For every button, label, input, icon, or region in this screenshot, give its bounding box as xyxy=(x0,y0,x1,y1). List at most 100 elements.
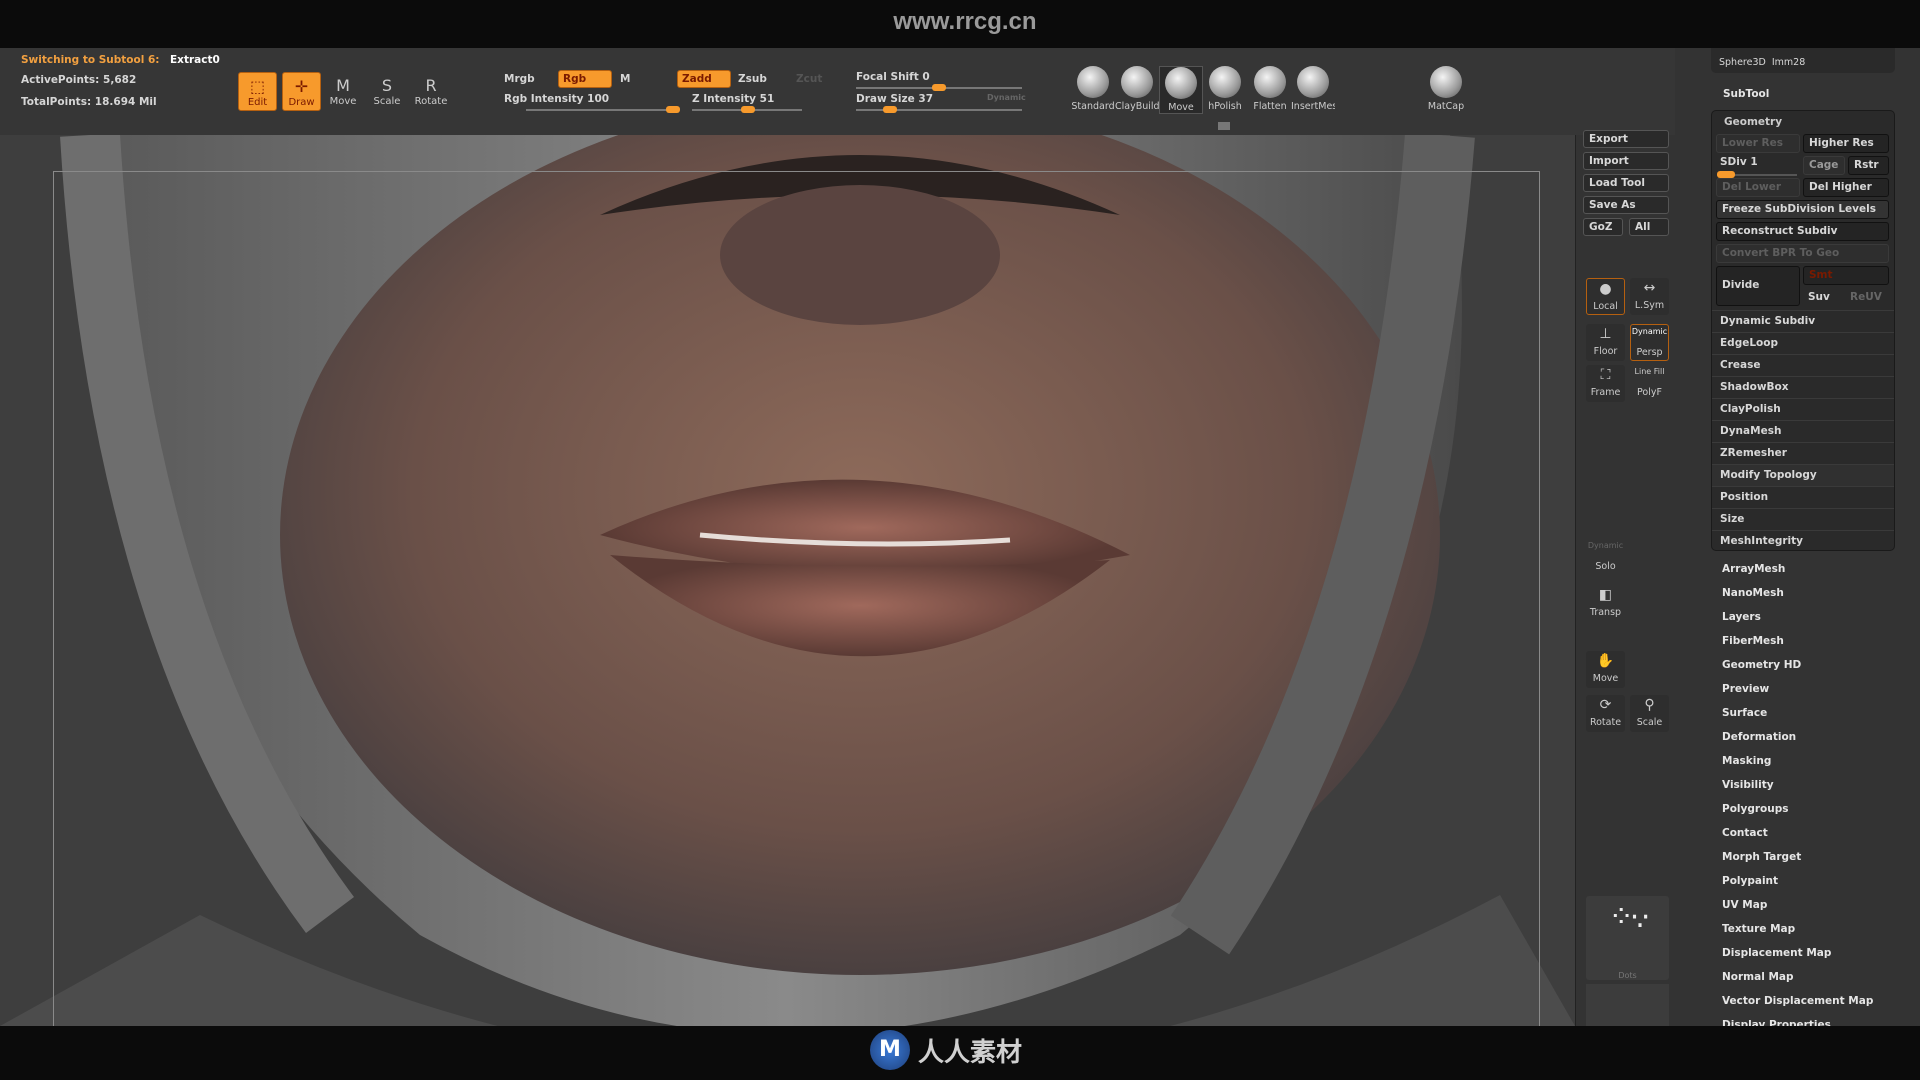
brush-stroke-dots[interactable]: ⁘·.· Dots xyxy=(1586,896,1669,980)
matcap-label: MatCap xyxy=(1427,101,1465,112)
brush-label: hPolish xyxy=(1208,101,1242,112)
slider-knob[interactable] xyxy=(741,106,756,113)
tool-menu-texture-map[interactable]: Texture Map xyxy=(1722,923,1795,935)
brush-icon xyxy=(1209,66,1241,98)
draw-icon: ✛ xyxy=(294,77,309,96)
draw-button[interactable]: ✛ Draw xyxy=(282,72,321,111)
local-label: Local xyxy=(1593,301,1618,312)
rotate-view-button[interactable]: ⟳ Rotate xyxy=(1586,695,1625,732)
tool-menu-nanomesh[interactable]: NanoMesh xyxy=(1722,587,1784,599)
tool-menu-layers[interactable]: Layers xyxy=(1722,611,1761,623)
tool-menu-uv-map[interactable]: UV Map xyxy=(1722,899,1767,911)
move-mode-button[interactable]: M Move xyxy=(323,72,363,111)
matcap-button[interactable]: MatCap xyxy=(1424,66,1468,112)
edit-label: Edit xyxy=(247,97,268,108)
import-button[interactable]: Import xyxy=(1583,152,1669,170)
tool-menu-visibility[interactable]: Visibility xyxy=(1722,779,1774,791)
tool-menu-normal-map[interactable]: Normal Map xyxy=(1722,971,1794,983)
brush-icon xyxy=(1254,66,1286,98)
brush-insertmesh[interactable]: InsertMesh xyxy=(1291,66,1335,112)
tool-menu-display-properties[interactable]: Display Properties xyxy=(1722,1019,1831,1026)
scale-mode-button[interactable]: S Scale xyxy=(367,72,407,111)
frame-icon: ⛶ xyxy=(1600,367,1611,383)
brush-standard[interactable]: Standard xyxy=(1071,66,1115,112)
scale-view-label: Scale xyxy=(1636,717,1663,728)
slider-knob[interactable] xyxy=(666,106,680,113)
move-view-label: Move xyxy=(1592,673,1619,684)
viewport-canvas[interactable] xyxy=(0,135,1575,1026)
rgb-intensity-label: Rgb Intensity 100 xyxy=(504,93,610,105)
local-button[interactable]: ● Local xyxy=(1586,278,1625,315)
tool-menu-displacement-map[interactable]: Displacement Map xyxy=(1722,947,1831,959)
brush-icon xyxy=(1297,66,1329,98)
tool-menu-deformation[interactable]: Deformation xyxy=(1722,731,1796,743)
export-button[interactable]: Export xyxy=(1583,130,1669,148)
tool-menu-preview[interactable]: Preview xyxy=(1722,683,1769,695)
zadd-button[interactable]: Zadd xyxy=(677,70,731,88)
tool-menu-contact[interactable]: Contact xyxy=(1722,827,1768,839)
brush-label: Flatten xyxy=(1253,101,1287,112)
tool-menu-arraymesh[interactable]: ArrayMesh xyxy=(1722,563,1785,575)
rgb-intensity-slider[interactable] xyxy=(526,106,680,113)
tool-menu-polypaint[interactable]: Polypaint xyxy=(1722,875,1778,887)
slider-knob[interactable] xyxy=(932,84,946,91)
tool-menu-morph-target[interactable]: Morph Target xyxy=(1722,851,1801,863)
tool-menu-vector-displacement-map[interactable]: Vector Displacement Map xyxy=(1722,995,1873,1007)
tool-menu-masking[interactable]: Masking xyxy=(1722,755,1771,767)
brush-icon xyxy=(1077,66,1109,98)
edit-button[interactable]: ⬚ Edit xyxy=(238,72,277,111)
rotate-view-icon: ⟳ xyxy=(1599,697,1612,713)
persp-button[interactable]: Dynamic Persp xyxy=(1630,324,1669,361)
tool-menu-geometry-hd[interactable]: Geometry HD xyxy=(1722,659,1801,671)
dynamic-toggle[interactable]: Dynamic xyxy=(987,93,1026,102)
active-points: ActivePoints: 5,682 xyxy=(21,74,137,86)
sculpt-model xyxy=(0,135,1575,1026)
goz-all-button[interactable]: All xyxy=(1629,218,1669,236)
brush-label: ClayBuildup xyxy=(1115,101,1159,112)
tool-menu-fibermesh[interactable]: FiberMesh xyxy=(1722,635,1784,647)
brush-move[interactable]: Move xyxy=(1159,66,1203,114)
save-as-button[interactable]: Save As xyxy=(1583,196,1669,214)
solo-button[interactable]: Dynamic Solo xyxy=(1586,539,1625,576)
rotate-mode-button[interactable]: R Rotate xyxy=(411,72,451,111)
frame-button[interactable]: ⛶ Frame xyxy=(1586,365,1625,402)
logo-mark-icon: M xyxy=(870,1030,910,1070)
transp-button[interactable]: ◧ Transp xyxy=(1586,585,1625,622)
z-intensity-slider[interactable] xyxy=(692,106,802,113)
zsub-button[interactable]: Zsub xyxy=(738,73,767,85)
focal-shift-label: Focal Shift 0 xyxy=(856,71,930,83)
brush-hpolish[interactable]: hPolish xyxy=(1203,66,1247,112)
edit-icon: ⬚ xyxy=(249,77,266,96)
scale-view-button[interactable]: ⚲ Scale xyxy=(1630,695,1669,732)
subtool-name: Extract0 xyxy=(170,54,220,66)
focal-shift-slider[interactable] xyxy=(856,84,1022,91)
m-button[interactable]: M xyxy=(620,73,630,85)
lsym-button[interactable]: ↔ L.Sym xyxy=(1630,278,1669,315)
draw-label: Draw xyxy=(288,97,315,108)
brush-claybuildup[interactable]: ClayBuildup xyxy=(1115,66,1159,112)
shelf-scrollbar[interactable] xyxy=(1218,122,1230,130)
tool-menu-surface[interactable]: Surface xyxy=(1722,707,1767,719)
z-intensity-label: Z Intensity 51 xyxy=(692,93,775,105)
move-label: Move xyxy=(329,96,357,107)
dynamic-solo-label: Dynamic xyxy=(1587,541,1624,550)
load-tool-button[interactable]: Load Tool xyxy=(1583,174,1669,192)
rotate-view-label: Rotate xyxy=(1589,717,1622,728)
mrgb-button[interactable]: Mrgb xyxy=(504,73,535,85)
zcut-button[interactable]: Zcut xyxy=(796,73,822,85)
goz-button[interactable]: GoZ xyxy=(1583,218,1623,236)
slider-knob[interactable] xyxy=(883,106,898,113)
tool-menu-polygroups[interactable]: Polygroups xyxy=(1722,803,1789,815)
brush-flatten[interactable]: Flatten xyxy=(1248,66,1292,112)
brush-label: InsertMesh xyxy=(1291,101,1335,112)
move-icon: M xyxy=(336,76,350,95)
floor-button[interactable]: ⊥ Floor xyxy=(1586,324,1625,361)
solo-label: Solo xyxy=(1595,561,1616,572)
alpha-slot[interactable] xyxy=(1586,984,1669,1026)
polyf-button[interactable]: Line Fill PolyF xyxy=(1630,365,1669,402)
move-view-button[interactable]: ✋ Move xyxy=(1586,651,1625,688)
draw-size-slider[interactable] xyxy=(856,106,1022,113)
rgb-button[interactable]: Rgb xyxy=(558,70,612,88)
tool-palette: Sphere3D Imm28 SubTool Geometry Lower Re… xyxy=(1675,48,1920,1026)
rotate-icon: R xyxy=(425,76,437,95)
